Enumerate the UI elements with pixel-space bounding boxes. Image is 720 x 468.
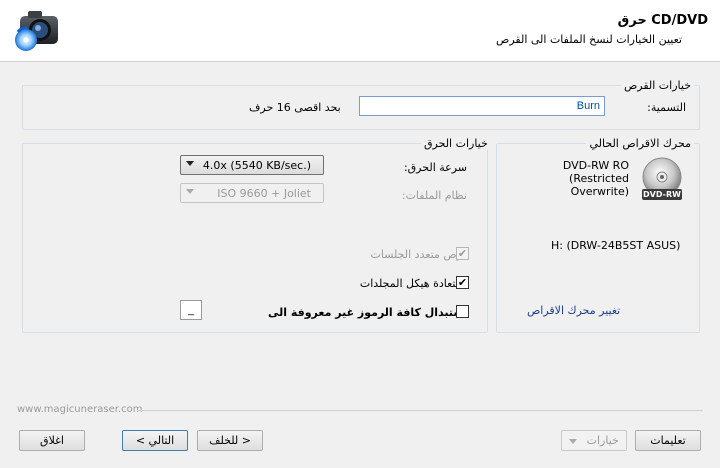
wizard-title: CD/DVD حرق [617, 13, 708, 28]
drive-name: H: (DRW-24B5ST ASUS) [551, 239, 681, 252]
website-label: www.magicuneraser.com [17, 404, 143, 415]
disc-label-max-hint: بحد اقصى 16 حرف [249, 101, 341, 114]
replace-char-input[interactable] [180, 300, 202, 320]
change-drive-link[interactable]: تغيير محرك الاقراص [527, 304, 620, 317]
disc-label-input[interactable] [359, 96, 605, 116]
burn-speed-select[interactable]: 4.0x (5540 KB/sec.) [180, 155, 324, 175]
drive-media-type: DVD-RW RO (Restricted Overwrite) [562, 159, 629, 198]
chevron-down-icon [569, 438, 578, 444]
replace-chars-checkbox[interactable] [456, 305, 469, 318]
back-button[interactable]: < للخلف [197, 430, 263, 451]
close-button[interactable]: اغلاق [19, 430, 85, 451]
wizard-header: CD/DVD حرق تعيين الخيارات لنسخ الملفات ا… [0, 0, 720, 62]
file-system-select[interactable]: ISO 9660 + Joliet [180, 183, 324, 203]
next-button[interactable]: التالي > [122, 430, 188, 451]
burn-speed-value: 4.0x (5540 KB/sec.) [202, 159, 311, 172]
dvd-rw-badge-text: DVD-RW [643, 190, 681, 199]
options-button-label: خيارات [586, 434, 619, 447]
file-system-label: نظام الملفات: [401, 189, 467, 202]
current-drive-title: محرك الاقراص الحالي [586, 137, 694, 150]
file-system-value: ISO 9660 + Joliet [217, 187, 311, 200]
footer-divider [137, 410, 703, 411]
replace-chars-label: استبدال كافة الرموز غير معروفة الى [267, 306, 468, 319]
help-button[interactable]: تعليمات [635, 430, 701, 451]
multisession-checkbox[interactable]: ✔ [456, 247, 469, 260]
multisession-label: قرص متعدد الجلسات [370, 248, 468, 261]
restore-folders-checkbox[interactable]: ✔ [456, 276, 469, 289]
disc-options-title: خيارات القرص [620, 79, 694, 92]
disc-label-caption: التسمية: [647, 101, 686, 114]
options-button[interactable]: خيارات [561, 430, 627, 451]
restore-folders-label: استعادة هيكل المجلدات [359, 277, 468, 290]
burn-speed-label: سرعة الحرق: [403, 161, 467, 174]
camera-disc-logo-icon [14, 8, 62, 54]
chevron-down-icon [186, 161, 194, 166]
burn-options-title: خيارات الحرق [421, 137, 491, 150]
chevron-down-icon [186, 189, 194, 194]
dvd-rw-disc-icon: DVD-RW [640, 157, 684, 201]
wizard-subtitle: تعيين الخيارات لنسخ الملفات الى القرص [496, 33, 682, 46]
